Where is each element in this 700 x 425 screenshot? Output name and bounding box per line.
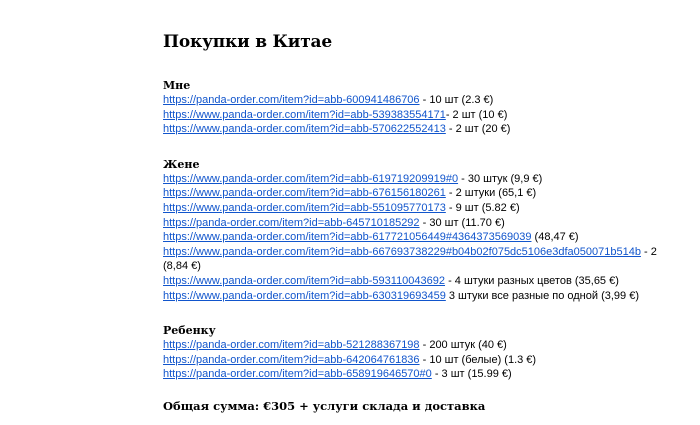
item-note: - 2 шт (20 €) xyxy=(445,123,511,136)
list-item: https://panda-order.com/item?id=abb-6009… xyxy=(163,93,663,108)
item-link[interactable]: https://www.panda-order.com/item?id=abb-… xyxy=(163,173,458,185)
section-child: Ребенку https://panda-order.com/item?id=… xyxy=(163,323,663,382)
list-item: https://www.panda-order.com/item?id=abb-… xyxy=(163,172,663,187)
item-link[interactable]: https://www.panda-order.com/item?id=abb-… xyxy=(163,202,446,214)
item-note: - 200 штук (40 €) xyxy=(419,339,507,352)
list-item: https://panda-order.com/item?id=abb-6589… xyxy=(163,367,663,382)
item-link[interactable]: https://www.panda-order.com/item?id=abb-… xyxy=(163,187,446,199)
list-item: https://www.panda-order.com/item?id=abb-… xyxy=(163,122,663,137)
item-link[interactable]: https://panda-order.com/item?id=abb-6457… xyxy=(163,217,420,229)
total-sum: Общая сумма: €305 + услуги склада и дост… xyxy=(163,398,486,413)
item-note: - 9 шт (5.82 €) xyxy=(445,201,520,214)
item-note: - 30 шт (11.70 €) xyxy=(419,216,505,229)
list-item: https://www.panda-order.com/item?id=abb-… xyxy=(163,230,663,245)
item-link[interactable]: https://www.panda-order.com/item?id=abb-… xyxy=(163,290,446,302)
item-note: 3 штуки все разные по одной (3,99 €) xyxy=(445,289,639,302)
list-item: https://www.panda-order.com/item?id=abb-… xyxy=(163,186,663,201)
section-heading: Мне xyxy=(163,79,191,92)
item-note: - 4 штуки разных цветов (35,65 €) xyxy=(445,274,619,287)
item-link[interactable]: https://panda-order.com/item?id=abb-6009… xyxy=(163,94,420,106)
item-link[interactable]: https://www.panda-order.com/item?id=abb-… xyxy=(163,231,531,243)
item-link[interactable]: https://www.panda-order.com/item?id=abb-… xyxy=(163,123,446,135)
item-link[interactable]: https://panda-order.com/item?id=abb-6420… xyxy=(163,354,420,366)
list-item: https://www.panda-order.com/item?id=abb-… xyxy=(163,108,663,123)
section-heading: Жене xyxy=(163,157,200,171)
list-item: https://www.panda-order.com/item?id=abb-… xyxy=(163,289,663,304)
document-body: Покупки в Китае Мне https://panda-order.… xyxy=(163,32,663,425)
item-note: - 10 шт (2.3 €) xyxy=(419,94,494,106)
document-title: Покупки в Китае xyxy=(163,32,332,52)
list-item: https://www.panda-order.com/item?id=abb-… xyxy=(163,274,663,289)
item-note: - 30 штук (9,9 €) xyxy=(458,172,543,185)
item-note: - 2 штуки (65,1 €) xyxy=(445,187,537,200)
list-item: https://www.panda-order.com/item?id=abb-… xyxy=(163,201,663,216)
item-link[interactable]: https://www.panda-order.com/item?id=abb-… xyxy=(163,109,446,121)
item-link[interactable]: https://www.panda-order.com/item?id=abb-… xyxy=(163,275,445,287)
item-link[interactable]: https://panda-order.com/item?id=abb-6589… xyxy=(163,368,432,380)
item-note: - 3 шт (15.99 €) xyxy=(431,368,512,381)
item-note: - 10 шт (белые) (1.3 €) xyxy=(419,353,537,366)
list-item: https://panda-order.com/item?id=abb-5212… xyxy=(163,338,663,353)
section-me: Мне https://panda-order.com/item?id=abb-… xyxy=(163,78,663,137)
item-note: - 2 шт (10 €) xyxy=(445,108,508,121)
list-item: https://panda-order.com/item?id=abb-6420… xyxy=(163,353,663,368)
item-link[interactable]: https://www.panda-order.com/item?id=abb-… xyxy=(163,246,641,258)
list-item: https://panda-order.com/item?id=abb-6457… xyxy=(163,216,663,231)
item-note: (48,47 €) xyxy=(531,231,579,244)
section-wife: Жене https://www.panda-order.com/item?id… xyxy=(163,157,663,303)
section-heading: Ребенку xyxy=(163,324,216,338)
item-link[interactable]: https://panda-order.com/item?id=abb-5212… xyxy=(163,339,420,351)
list-item: https://www.panda-order.com/item?id=abb-… xyxy=(163,245,663,274)
